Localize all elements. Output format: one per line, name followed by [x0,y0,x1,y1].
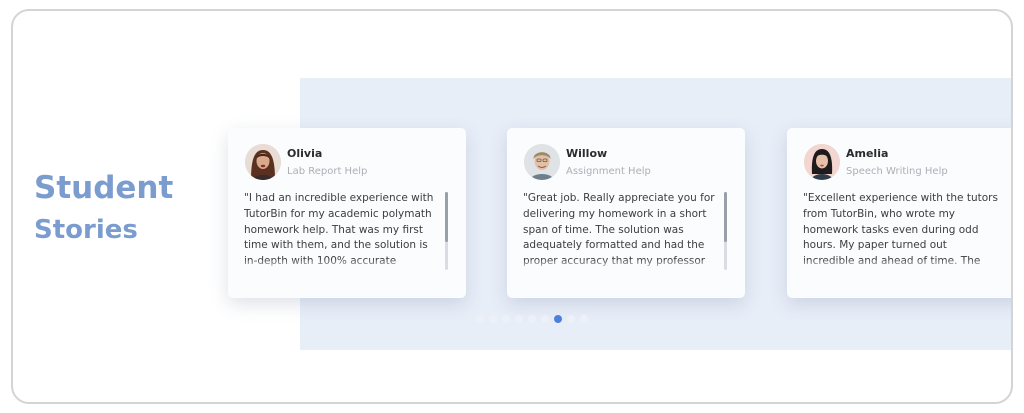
review-text-area[interactable]: "Excellent experience with the tutors fr… [803,191,1011,271]
pagination-dot[interactable] [528,315,536,323]
scrollbar-thumb[interactable] [724,192,727,242]
service-label: Speech Writing Help [846,166,948,177]
testimonial-card: Olivia Lab Report Help "I had an incredi… [228,128,466,298]
man-portrait-icon [524,144,560,180]
review-text-area[interactable]: "Great job. Really appreciate you for de… [523,191,733,271]
carousel-pagination [476,315,588,323]
pagination-dot[interactable] [541,315,549,323]
review-scrollbar[interactable] [724,192,727,270]
heading-line-1: Student [34,170,174,206]
pagination-dot-active[interactable] [554,315,562,323]
pagination-dot[interactable] [489,315,497,323]
testimonials-section: Student Stories Olivia Lab Report Help "… [11,9,1013,404]
pagination-dot[interactable] [476,315,484,323]
author-name: Olivia [287,147,323,160]
pagination-dot[interactable] [567,315,575,323]
service-label: Lab Report Help [287,166,368,177]
scrollbar-thumb[interactable] [445,192,448,242]
pagination-dot[interactable] [515,315,523,323]
review-scrollbar[interactable] [445,192,448,270]
author-name: Willow [566,147,608,160]
service-label: Assignment Help [566,166,651,177]
woman-portrait-icon [804,144,840,180]
section-heading: Student Stories [34,168,173,250]
author-name: Amelia [846,147,889,160]
testimonial-card: Amelia Speech Writing Help "Excellent ex… [787,128,1011,298]
heading-line-2: Stories [34,215,138,245]
pagination-dot[interactable] [502,315,510,323]
woman-portrait-icon [245,144,281,180]
testimonial-card: Willow Assignment Help "Great job. Reall… [507,128,745,298]
review-text-area[interactable]: "I had an incredible experience with Tut… [244,191,454,271]
pagination-dot[interactable] [580,315,588,323]
